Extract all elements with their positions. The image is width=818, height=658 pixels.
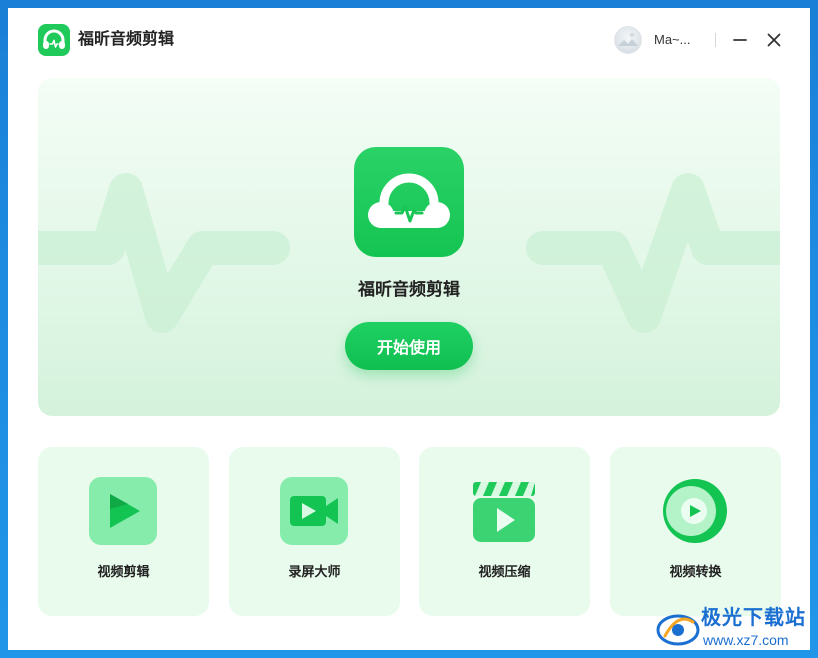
tool-label: 录屏大师 <box>288 564 341 579</box>
tool-card-video-compress[interactable]: 视频压缩 <box>419 447 590 616</box>
tool-card-video-edit[interactable]: 视频剪辑 <box>38 447 209 616</box>
avatar-image <box>618 33 638 46</box>
title-divider <box>715 33 716 47</box>
hero-app-icon <box>354 147 464 257</box>
tool-label: 视频压缩 <box>478 564 531 579</box>
watermark-url: www.xz7.com <box>703 632 789 648</box>
tool-label: 视频转换 <box>669 564 722 579</box>
watermark-name: 极光下载站 <box>701 607 806 629</box>
clapperboard-icon <box>473 482 535 542</box>
headphones-pulse-icon <box>368 173 450 228</box>
start-button[interactable]: 开始使用 <box>345 322 473 370</box>
user-name[interactable]: Ma~... <box>654 32 691 48</box>
tool-card-screen-record[interactable]: 录屏大师 <box>229 447 400 616</box>
play-circle-icon <box>663 479 727 543</box>
app-title: 福昕音频剪辑 <box>78 31 175 48</box>
play-arrow-icon <box>89 477 157 545</box>
app-window: 福昕音频剪辑 Ma~... 福昕音频剪辑 开始使用 视频剪辑 录屏大师 视频压缩… <box>8 8 810 650</box>
avatar[interactable] <box>614 26 642 54</box>
app-logo <box>38 24 70 56</box>
headphones-pulse-icon <box>43 29 65 49</box>
watermark-logo-icon <box>656 614 700 646</box>
minimize-button[interactable] <box>730 30 750 50</box>
tool-label: 视频剪辑 <box>97 564 150 579</box>
hero-panel: 福昕音频剪辑 开始使用 <box>38 78 780 416</box>
video-camera-icon <box>280 477 348 545</box>
close-button[interactable] <box>764 30 784 50</box>
tool-card-video-convert[interactable]: 视频转换 <box>610 447 781 616</box>
minimize-icon <box>733 39 747 41</box>
close-icon <box>767 33 781 47</box>
site-watermark: 极光下载站 www.xz7.com <box>655 604 815 654</box>
hero-app-name: 福昕音频剪辑 <box>358 280 460 299</box>
title-bar: 福昕音频剪辑 Ma~... <box>8 8 810 74</box>
